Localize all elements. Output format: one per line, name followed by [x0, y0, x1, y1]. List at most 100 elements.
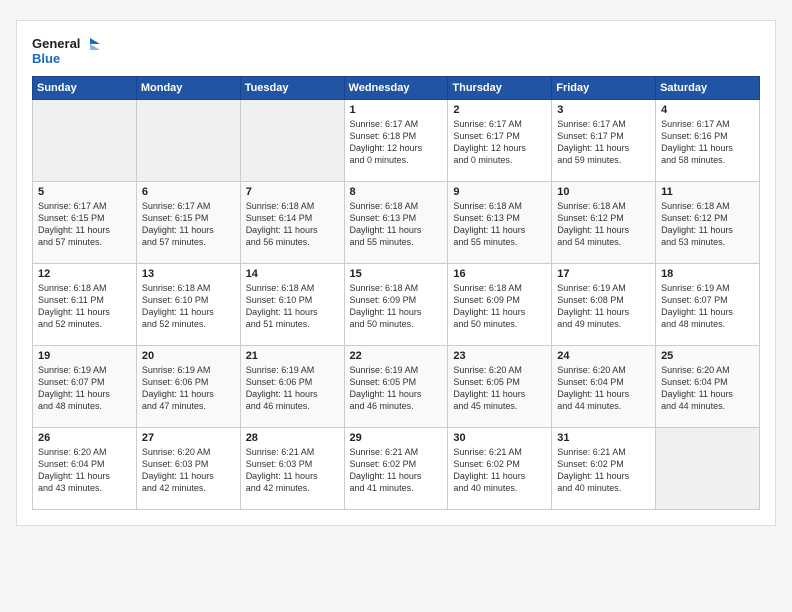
- day-cell: 30 Sunrise: 6:21 AM Sunset: 6:02 PM Dayli…: [448, 428, 552, 510]
- day-cell: 14 Sunrise: 6:18 AM Sunset: 6:10 PM Dayli…: [240, 264, 344, 346]
- day-info: Sunrise: 6:19 AM Sunset: 6:06 PM Dayligh…: [246, 364, 339, 413]
- day-info: Sunrise: 6:18 AM Sunset: 6:12 PM Dayligh…: [661, 200, 754, 249]
- day-info: Sunrise: 6:19 AM Sunset: 6:07 PM Dayligh…: [661, 282, 754, 331]
- day-number: 29: [350, 432, 443, 444]
- day-number: 26: [38, 432, 131, 444]
- weekday-header-monday: Monday: [136, 77, 240, 100]
- day-info: Sunrise: 6:18 AM Sunset: 6:10 PM Dayligh…: [246, 282, 339, 331]
- calendar-table: SundayMondayTuesdayWednesdayThursdayFrid…: [32, 76, 760, 510]
- weekday-header-tuesday: Tuesday: [240, 77, 344, 100]
- day-cell: 11 Sunrise: 6:18 AM Sunset: 6:12 PM Dayli…: [656, 182, 760, 264]
- day-number: 16: [453, 268, 546, 280]
- day-number: 25: [661, 350, 754, 362]
- day-number: 17: [557, 268, 650, 280]
- calendar-page: General Blue SundayMondayTuesdayWednesda…: [16, 20, 776, 526]
- day-info: Sunrise: 6:21 AM Sunset: 6:02 PM Dayligh…: [557, 446, 650, 495]
- day-info: Sunrise: 6:19 AM Sunset: 6:05 PM Dayligh…: [350, 364, 443, 413]
- week-row-4: 19 Sunrise: 6:19 AM Sunset: 6:07 PM Dayli…: [33, 346, 760, 428]
- day-number: 10: [557, 186, 650, 198]
- weekday-header-thursday: Thursday: [448, 77, 552, 100]
- day-info: Sunrise: 6:17 AM Sunset: 6:17 PM Dayligh…: [453, 118, 546, 167]
- logo-bird-icon: [82, 37, 100, 51]
- day-info: Sunrise: 6:19 AM Sunset: 6:07 PM Dayligh…: [38, 364, 131, 413]
- day-cell: [33, 100, 137, 182]
- day-info: Sunrise: 6:18 AM Sunset: 6:10 PM Dayligh…: [142, 282, 235, 331]
- day-cell: 4Sunrise: 6:17 AM Sunset: 6:16 PM Daylig…: [656, 100, 760, 182]
- day-cell: 7 Sunrise: 6:18 AM Sunset: 6:14 PM Daylig…: [240, 182, 344, 264]
- logo-general: General: [32, 36, 80, 51]
- week-row-5: 26 Sunrise: 6:20 AM Sunset: 6:04 PM Dayli…: [33, 428, 760, 510]
- day-number: 9: [453, 186, 546, 198]
- day-info: Sunrise: 6:18 AM Sunset: 6:14 PM Dayligh…: [246, 200, 339, 249]
- day-info: Sunrise: 6:18 AM Sunset: 6:13 PM Dayligh…: [350, 200, 443, 249]
- day-number: 4: [661, 104, 754, 116]
- day-info: Sunrise: 6:18 AM Sunset: 6:12 PM Dayligh…: [557, 200, 650, 249]
- day-info: Sunrise: 6:18 AM Sunset: 6:11 PM Dayligh…: [38, 282, 131, 331]
- day-cell: 3 Sunrise: 6:17 AM Sunset: 6:17 PM Daylig…: [552, 100, 656, 182]
- day-cell: 27Sunrise: 6:20 AM Sunset: 6:03 PM Dayli…: [136, 428, 240, 510]
- logo: General Blue: [32, 36, 100, 66]
- week-row-1: 1 Sunrise: 6:17 AM Sunset: 6:18 PM Daylig…: [33, 100, 760, 182]
- day-number: 18: [661, 268, 754, 280]
- day-cell: [656, 428, 760, 510]
- weekday-header-row: SundayMondayTuesdayWednesdayThursdayFrid…: [33, 77, 760, 100]
- day-number: 19: [38, 350, 131, 362]
- day-info: Sunrise: 6:18 AM Sunset: 6:09 PM Dayligh…: [350, 282, 443, 331]
- day-cell: 31 Sunrise: 6:21 AM Sunset: 6:02 PM Dayli…: [552, 428, 656, 510]
- day-number: 12: [38, 268, 131, 280]
- day-cell: 2 Sunrise: 6:17 AM Sunset: 6:17 PM Daylig…: [448, 100, 552, 182]
- day-number: 7: [246, 186, 339, 198]
- day-cell: 20Sunrise: 6:19 AM Sunset: 6:06 PM Dayli…: [136, 346, 240, 428]
- day-cell: 18 Sunrise: 6:19 AM Sunset: 6:07 PM Dayli…: [656, 264, 760, 346]
- day-cell: 9 Sunrise: 6:18 AM Sunset: 6:13 PM Daylig…: [448, 182, 552, 264]
- day-cell: 23 Sunrise: 6:20 AM Sunset: 6:05 PM Dayli…: [448, 346, 552, 428]
- day-cell: 19 Sunrise: 6:19 AM Sunset: 6:07 PM Dayli…: [33, 346, 137, 428]
- day-info: Sunrise: 6:17 AM Sunset: 6:15 PM Dayligh…: [142, 200, 235, 249]
- day-number: 24: [557, 350, 650, 362]
- day-cell: 26 Sunrise: 6:20 AM Sunset: 6:04 PM Dayli…: [33, 428, 137, 510]
- day-info: Sunrise: 6:19 AM Sunset: 6:08 PM Dayligh…: [557, 282, 650, 331]
- day-info: Sunrise: 6:18 AM Sunset: 6:09 PM Dayligh…: [453, 282, 546, 331]
- day-cell: 16 Sunrise: 6:18 AM Sunset: 6:09 PM Dayli…: [448, 264, 552, 346]
- day-cell: 15 Sunrise: 6:18 AM Sunset: 6:09 PM Dayli…: [344, 264, 448, 346]
- weekday-header-sunday: Sunday: [33, 77, 137, 100]
- logo-blue: Blue: [32, 51, 60, 66]
- day-number: 21: [246, 350, 339, 362]
- weekday-header-saturday: Saturday: [656, 77, 760, 100]
- day-cell: 25 Sunrise: 6:20 AM Sunset: 6:04 PM Dayli…: [656, 346, 760, 428]
- day-number: 31: [557, 432, 650, 444]
- day-number: 15: [350, 268, 443, 280]
- day-info: Sunrise: 6:17 AM Sunset: 6:17 PM Dayligh…: [557, 118, 650, 167]
- day-cell: [240, 100, 344, 182]
- day-number: 1: [350, 104, 443, 116]
- day-cell: [136, 100, 240, 182]
- day-info: Sunrise: 6:17 AM Sunset: 6:18 PM Dayligh…: [350, 118, 443, 167]
- day-number: 14: [246, 268, 339, 280]
- day-cell: 28Sunrise: 6:21 AM Sunset: 6:03 PM Dayli…: [240, 428, 344, 510]
- day-info: Sunrise: 6:20 AM Sunset: 6:05 PM Dayligh…: [453, 364, 546, 413]
- day-number: 11: [661, 186, 754, 198]
- day-number: 5: [38, 186, 131, 198]
- day-info: Sunrise: 6:20 AM Sunset: 6:04 PM Dayligh…: [661, 364, 754, 413]
- day-cell: 12 Sunrise: 6:18 AM Sunset: 6:11 PM Dayli…: [33, 264, 137, 346]
- day-number: 22: [350, 350, 443, 362]
- day-info: Sunrise: 6:20 AM Sunset: 6:04 PM Dayligh…: [557, 364, 650, 413]
- day-number: 30: [453, 432, 546, 444]
- day-info: Sunrise: 6:20 AM Sunset: 6:04 PM Dayligh…: [38, 446, 131, 495]
- day-info: Sunrise: 6:17 AM Sunset: 6:15 PM Dayligh…: [38, 200, 131, 249]
- day-cell: 13Sunrise: 6:18 AM Sunset: 6:10 PM Dayli…: [136, 264, 240, 346]
- day-number: 8: [350, 186, 443, 198]
- week-row-2: 5 Sunrise: 6:17 AM Sunset: 6:15 PM Daylig…: [33, 182, 760, 264]
- day-info: Sunrise: 6:21 AM Sunset: 6:03 PM Dayligh…: [246, 446, 339, 495]
- day-cell: 5 Sunrise: 6:17 AM Sunset: 6:15 PM Daylig…: [33, 182, 137, 264]
- day-number: 6: [142, 186, 235, 198]
- day-number: 23: [453, 350, 546, 362]
- day-info: Sunrise: 6:19 AM Sunset: 6:06 PM Dayligh…: [142, 364, 235, 413]
- day-info: Sunrise: 6:21 AM Sunset: 6:02 PM Dayligh…: [453, 446, 546, 495]
- day-number: 2: [453, 104, 546, 116]
- day-cell: 6 Sunrise: 6:17 AM Sunset: 6:15 PM Daylig…: [136, 182, 240, 264]
- day-number: 3: [557, 104, 650, 116]
- day-info: Sunrise: 6:18 AM Sunset: 6:13 PM Dayligh…: [453, 200, 546, 249]
- day-cell: 10 Sunrise: 6:18 AM Sunset: 6:12 PM Dayli…: [552, 182, 656, 264]
- day-cell: 1 Sunrise: 6:17 AM Sunset: 6:18 PM Daylig…: [344, 100, 448, 182]
